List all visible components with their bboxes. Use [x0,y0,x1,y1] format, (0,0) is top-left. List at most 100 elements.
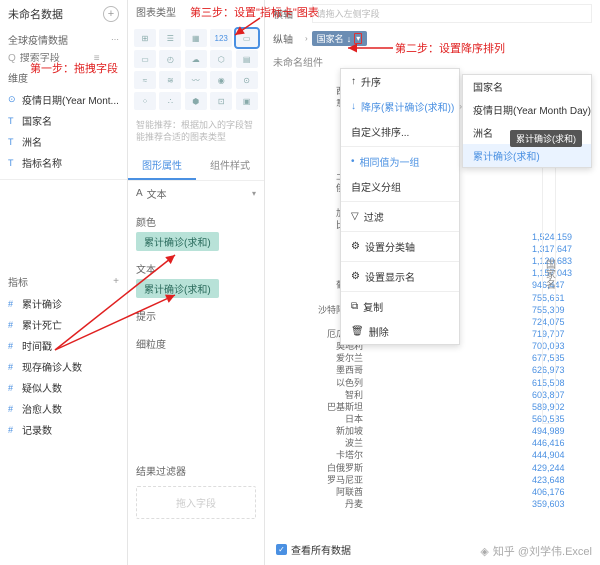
menu-asc[interactable]: ↑升序 [341,69,459,94]
dim-item[interactable]: T国家名 [0,110,127,131]
tooltip-label: 提示 [136,308,156,323]
text-mark-label: 文本 [147,186,167,201]
global-data-row[interactable]: 全球疫情数据 ⋯ [0,28,127,51]
submenu-item[interactable]: 疫情日期(Year Month Day) [463,98,591,121]
menu-copy[interactable]: ⧉复制 [341,294,459,319]
text-mark-icon: A [136,188,143,199]
metric-item[interactable]: #累计确诊 [0,293,127,314]
chart-type-cell[interactable]: ⊙ [236,71,258,89]
chart-type-cell[interactable]: ☰ [159,29,181,47]
anno-step3: 第三步：设置"指标卡"图表 [190,4,319,20]
chart-type-cell[interactable]: ▦ [185,29,207,47]
gear-icon: ⚙ [351,271,360,282]
chart-type-cell[interactable]: ☁ [185,50,207,68]
menu-delete[interactable]: 🗑删除 [341,319,459,344]
field-icon: # [8,362,18,372]
mid-panel: 图表类型 ⊞ ☰ ▦ 123 ▭ ▭ ◴ ☁ ⬡ ▤ ≈ ≋ 〰 ◉ ⊙ ⁘ ∴… [128,0,265,565]
chart-type-cell[interactable]: 123 [210,29,232,47]
vertical-axis-label: 国家名 [542,124,556,424]
filter-dropzone[interactable]: 拖入字段 [136,486,256,519]
table-row: 罗马尼亚423,648 [303,474,592,486]
dim-item[interactable]: ⊙疫情日期(Year Mont... [0,89,127,110]
metric-item[interactable]: #记录数 [0,419,127,440]
metric-section-title: 指标+ [0,270,127,293]
menu-desc[interactable]: ↓降序(累计确诊(求和))› [341,94,459,119]
chart-type-cell[interactable]: ⊡ [210,92,232,110]
field-icon: T [8,116,18,126]
delete-icon: 🗑 [351,326,364,337]
checkbox-icon[interactable]: ✓ [276,544,287,555]
chart-type-cell[interactable]: ≈ [134,71,156,89]
submenu-item[interactable]: 累计确诊(求和) [463,144,591,167]
view-all-row[interactable]: ✓ 查看所有数据 [276,542,351,557]
menu-display[interactable]: ⚙设置显示名 [341,264,459,289]
anno-step2: 第二步：设置降序排列 [395,40,505,56]
chart-type-cell[interactable]: ⁘ [134,92,156,110]
table-row: 白俄罗斯429,244 [303,462,592,474]
chevron-down-icon[interactable]: ▾ [252,189,256,198]
v-axis-label: 纵轴 [273,31,301,46]
field-icon: ⊙ [8,94,18,105]
add-metric-button[interactable]: + [113,276,119,287]
country-tag[interactable]: 国家名 ↓ ▾ [312,31,368,46]
chart-type-cell[interactable]: ∴ [159,92,181,110]
field-icon: # [8,425,18,435]
chart-type-cell[interactable]: ⬡ [210,50,232,68]
chart-type-cell[interactable]: ▣ [236,92,258,110]
desc-icon: ↓ [351,101,356,112]
chart-type-cell[interactable]: ◴ [159,50,181,68]
menu-category[interactable]: ⚙设置分类轴 [341,234,459,259]
field-icon: # [8,383,18,393]
chart-type-kpi-card[interactable]: ▭ [236,29,258,47]
text-label: 文本 [136,261,156,276]
field-icon: # [8,299,18,309]
table-row: 丹麦359,603 [303,498,592,510]
chart-type-cell[interactable]: ▭ [134,50,156,68]
field-icon: # [8,320,18,330]
metric-item[interactable]: #现存确诊人数 [0,356,127,377]
copy-icon: ⧉ [351,301,358,312]
menu-custom-group[interactable]: 自定义分组 [341,174,459,199]
chart-type-cell[interactable]: ◉ [210,71,232,89]
menu-filter[interactable]: ▽过滤 [341,204,459,229]
color-label: 颜色 [136,214,156,229]
chart-type-grid: ⊞ ☰ ▦ 123 ▭ ▭ ◴ ☁ ⬡ ▤ ≈ ≋ 〰 ◉ ⊙ ⁘ ∴ ⬢ ⊡ … [128,23,264,116]
table-row: 阿联酋406,176 [303,486,592,498]
zhihu-icon: ◈ [480,545,488,558]
color-pill[interactable]: 累计确诊(求和) [136,232,219,251]
add-data-button[interactable]: + [103,6,119,22]
chart-type-cell[interactable]: 〰 [185,71,207,89]
field-icon: # [8,404,18,414]
dim-item[interactable]: T指标名称 [0,152,127,173]
granularity-label: 细粒度 [136,336,166,351]
metric-item[interactable]: #累计死亡 [0,314,127,335]
menu-same-group[interactable]: •相同值为一组 [341,149,459,174]
table-row: 波兰446,416 [303,437,592,449]
tab-style[interactable]: 组件样式 [196,151,264,180]
text-pill[interactable]: 累计确诊(求和) [136,279,219,298]
chart-type-cell[interactable]: ▤ [236,50,258,68]
sort-menu: ↑升序 ↓降序(累计确诊(求和))› 自定义排序... •相同值为一组 自定义分… [340,68,460,345]
chart-type-cell[interactable]: ⊞ [134,29,156,47]
field-icon: # [8,341,18,351]
watermark: ◈ 知乎 @刘学伟.Excel [480,543,592,559]
chevron-icon: › [305,34,308,43]
submenu-item[interactable]: 国家名 [463,75,591,98]
chart-type-cell[interactable]: ⬢ [185,92,207,110]
dim-item[interactable]: T洲名 [0,131,127,152]
data-title: 未命名数据 [8,6,63,22]
tab-graphics[interactable]: 图形属性 [128,151,196,180]
sort-field-submenu: 国家名疫情日期(Year Month Day)洲名累计确诊(求和) [462,74,592,168]
h-axis-dropzone[interactable]: 请拖入左侧字段 [312,4,592,23]
filter-icon: ▽ [351,211,359,222]
tag-dropdown-button[interactable]: ▾ [354,33,362,44]
expand-icon: ⋯ [111,35,119,44]
sort-icon: ↓ [347,34,352,44]
chart-hint: 智能推荐：根据加入的字段智能推荐合适的图表类型 [128,116,264,147]
chart-type-cell[interactable]: ≋ [159,71,181,89]
metric-item[interactable]: #时间戳 [0,335,127,356]
metric-item[interactable]: #治愈人数 [0,398,127,419]
metric-item[interactable]: #疑似人数 [0,377,127,398]
menu-custom-sort[interactable]: 自定义排序... [341,119,459,144]
search-icon: Q [8,53,16,64]
